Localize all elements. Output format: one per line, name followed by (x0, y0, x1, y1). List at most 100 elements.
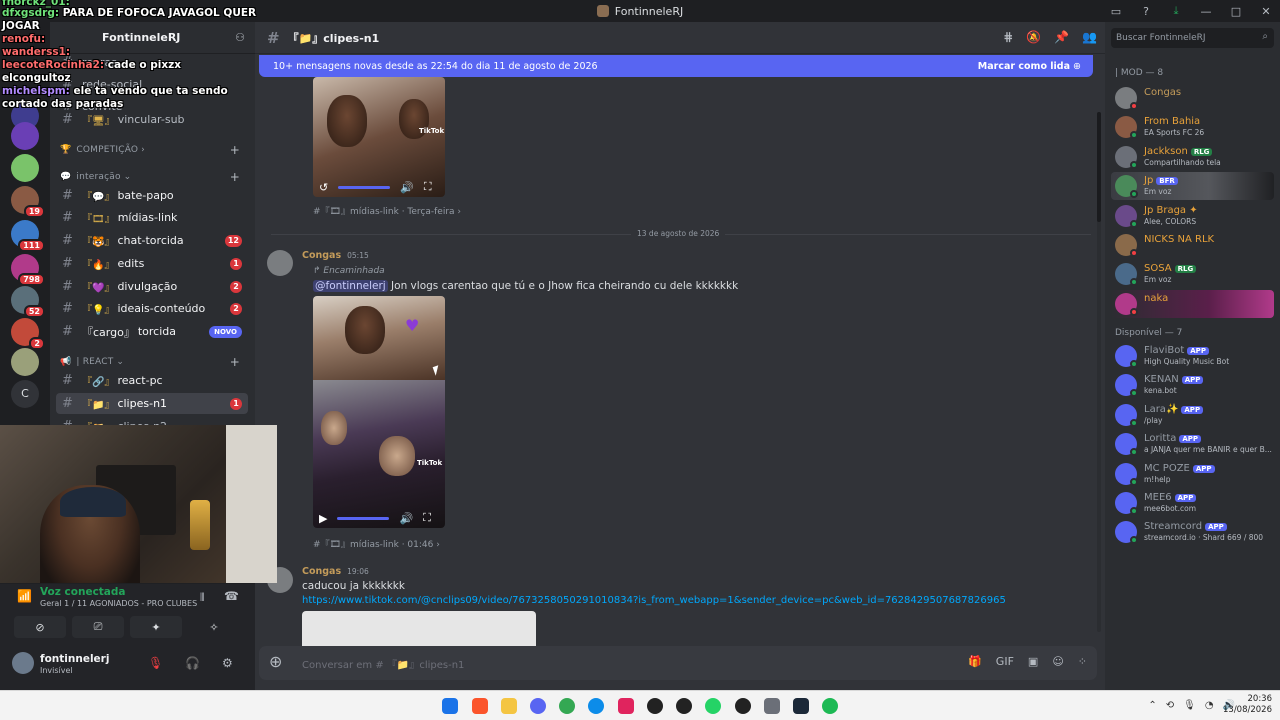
message-input[interactable]: Conversar em # 『📁』clipes-n1 (302, 656, 464, 671)
activities-button[interactable]: ✦ (130, 616, 182, 638)
add-channel-icon[interactable]: + (230, 170, 240, 184)
app-icon[interactable] (735, 698, 751, 714)
fullscreen-icon[interactable]: ⛶ (423, 511, 431, 525)
forward-source[interactable]: #『🎞』mídias-link · Terça-feira › (313, 204, 461, 217)
server-icon[interactable]: 2 (11, 318, 45, 350)
message-author[interactable]: Congas 19:06 (302, 566, 369, 577)
volume-bar[interactable] (338, 185, 391, 189)
help-icon[interactable]: ? (1138, 5, 1154, 18)
brave-icon[interactable] (472, 698, 488, 714)
pin-icon[interactable]: 📌 (1054, 30, 1069, 44)
channel-chat-torcida[interactable]: # 『🐯』 chat-torcida 12 (56, 230, 248, 251)
server-icon[interactable] (11, 348, 39, 376)
member-item[interactable]: Congas (1111, 84, 1274, 112)
member-item[interactable]: From Bahia EA Sports FC 26 (1111, 113, 1274, 141)
member-item[interactable]: Loritta APP a JANJA quer me BANIR e quer B… (1111, 430, 1274, 458)
notifications-muted-icon[interactable]: 🔕 (1026, 30, 1041, 44)
volume-icon[interactable]: 🔊 (399, 512, 413, 525)
channel-divulgacao[interactable]: # 『💜』 divulgação 2 (56, 276, 248, 297)
spotify-icon[interactable] (822, 698, 838, 714)
server-icon[interactable]: C (11, 380, 39, 408)
download-icon[interactable]: ⤓ (1168, 4, 1184, 18)
maximize-button[interactable]: □ (1228, 5, 1244, 18)
discord-icon[interactable] (530, 698, 546, 714)
gift-icon[interactable]: 🎁 (968, 655, 982, 668)
voice-status[interactable]: Voz conectada (40, 586, 126, 598)
replay-icon[interactable]: ↺ (319, 181, 328, 194)
settings-icon[interactable] (764, 698, 780, 714)
fullscreen-icon[interactable]: ⛶ (424, 180, 432, 194)
windows-start-icon[interactable] (442, 698, 458, 714)
server-icon[interactable]: 19 (11, 186, 45, 218)
wifi-icon[interactable]: ◔ (1205, 700, 1214, 711)
server-icon[interactable]: 111 (11, 220, 45, 252)
screen-share-button[interactable]: ⎚ (72, 616, 124, 638)
channel-clipes-n1[interactable]: # 『📁』 clipes-n1 1 (56, 393, 248, 414)
emoji-icon[interactable]: ☺ (1052, 655, 1063, 668)
member-item[interactable]: SOSA RLG Em voz (1111, 260, 1274, 288)
message-link[interactable]: https://www.tiktok.com/@cnclips09/video/… (302, 595, 1006, 606)
voice-channel[interactable]: Geral 1 / 11 AGONIADOS - PRO CLUBES (40, 599, 197, 608)
inbox-icon[interactable]: ▭ (1108, 5, 1124, 18)
member-item[interactable]: Streamcord APP streamcord.io · Shard 669 /… (1111, 518, 1274, 546)
member-item[interactable]: NICKS NA RLK (1111, 231, 1274, 259)
app-icon[interactable] (647, 698, 663, 714)
mute-icon[interactable]: 🎙 (148, 656, 163, 670)
category-interacao[interactable]: 💬 interação ⌄ + (60, 169, 248, 185)
whatsapp-icon[interactable] (705, 698, 721, 714)
member-item[interactable]: KENAN APP kena.bot (1111, 371, 1274, 399)
member-item[interactable]: Jp BFR Em voz (1111, 172, 1274, 201)
server-icon[interactable] (11, 154, 39, 182)
gif-icon[interactable]: GIF (996, 655, 1014, 668)
steam-icon[interactable] (793, 698, 809, 714)
deafen-icon[interactable]: 🎧 (185, 656, 200, 670)
message-author[interactable]: Congas 05:15 (302, 250, 369, 261)
threads-icon[interactable]: ⋕ (1003, 30, 1013, 44)
mic-icon[interactable]: 🎙 (1183, 700, 1196, 711)
member-item[interactable]: Jp Braga ✦ Alee, COLORS (1111, 202, 1274, 230)
volume-bar[interactable] (337, 516, 390, 520)
user-name[interactable]: fontinnelerj (40, 653, 109, 665)
channel-ideais-conteudo[interactable]: # 『💡』 ideais-conteúdo 2 (56, 298, 248, 319)
close-button[interactable]: ✕ (1258, 5, 1274, 18)
link-embed-preview[interactable] (302, 611, 536, 647)
member-item[interactable]: naka (1111, 289, 1274, 318)
search-input[interactable]: Buscar FontinneleRJ ⌕ (1111, 28, 1274, 48)
app-icon[interactable] (618, 698, 634, 714)
avatar[interactable] (12, 652, 34, 674)
member-item[interactable]: MC POZE APP m!help (1111, 460, 1274, 488)
soundboard-icon[interactable]: ⫴ (200, 591, 205, 605)
chrome-icon[interactable] (559, 698, 575, 714)
forward-source[interactable]: #『🎞』mídias-link · 01:46 › (313, 537, 440, 550)
member-item[interactable]: Lara✨ APP/play (1111, 401, 1274, 429)
channel-midias-link[interactable]: # 『🎞』 mídias-link (56, 207, 248, 228)
clock[interactable]: 20:36 13/08/2026 (1223, 694, 1272, 716)
server-icon[interactable] (11, 122, 39, 150)
server-icon[interactable]: 798 (11, 254, 45, 286)
volume-icon[interactable]: 🔊 (400, 181, 414, 194)
avatar[interactable] (267, 250, 293, 276)
mark-as-read-button[interactable]: Marcar como lida ⊕ (978, 61, 1081, 72)
apps-icon[interactable]: ⁘ (1078, 655, 1087, 668)
minimize-button[interactable]: — (1198, 5, 1214, 18)
video-attachment[interactable]: ♥ TikTok ▶ 🔊 ⛶ (313, 296, 445, 528)
channel-react-pc[interactable]: # 『🔗』 react-pc (56, 370, 248, 391)
edge-icon[interactable] (588, 698, 604, 714)
category-react[interactable]: 📢 | REACT ⌄ + (60, 354, 248, 370)
channel-edits[interactable]: # 『🔥』 edits 1 (56, 253, 248, 274)
add-attachment-icon[interactable]: ⊕ (269, 652, 282, 671)
play-icon[interactable]: ▶ (319, 512, 327, 525)
members-list-icon[interactable]: 👥 (1082, 30, 1097, 44)
scrollbar-thumb[interactable] (1097, 112, 1101, 222)
add-channel-icon[interactable]: + (230, 143, 240, 157)
message-composer[interactable]: ⊕ Conversar em # 『📁』clipes-n1 🎁 GIF ▣ ☺ … (259, 646, 1097, 680)
add-channel-icon[interactable]: + (230, 355, 240, 369)
chevron-up-icon[interactable]: ⌃ (1148, 700, 1156, 711)
user-mention[interactable]: @fontinnelerj (313, 280, 388, 292)
server-icon[interactable]: 52 (11, 286, 45, 318)
settings-gear-icon[interactable]: ⚙ (222, 656, 233, 670)
member-item[interactable]: FlaviBot APP High Quality Music Bot (1111, 342, 1274, 370)
network-icon[interactable]: ⟲ (1166, 700, 1174, 711)
channel-vincular-sub[interactable]: # 『🖥』 vincular-sub (56, 109, 248, 130)
camera-button[interactable]: ⊘ (14, 616, 66, 638)
